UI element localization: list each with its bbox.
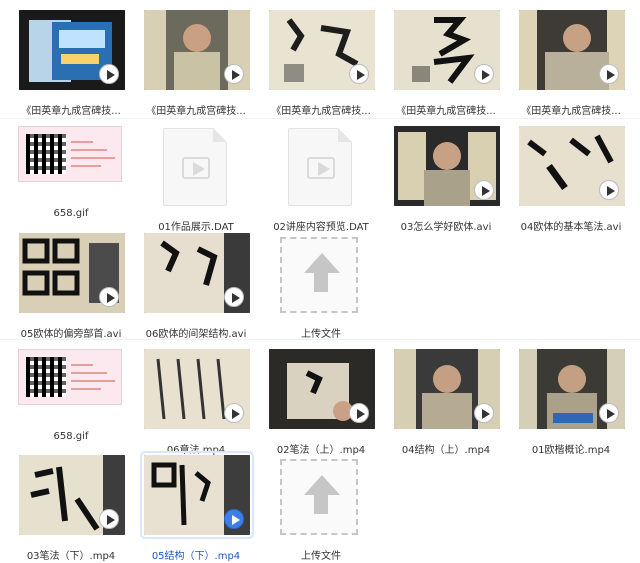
qr-code-image [26,134,66,174]
play-icon [599,180,619,200]
video-thumbnail[interactable] [144,10,250,90]
video-thumbnail[interactable] [19,455,125,535]
video-thumbnail[interactable] [19,10,125,90]
file-name: 01作品展示.DAT [158,222,234,233]
video-thumbnail[interactable] [394,126,500,206]
upload-thumbnail[interactable] [269,233,375,313]
video-thumbnail[interactable] [519,126,625,206]
file-name: 05欧体的偏旁部首.avi [20,329,122,340]
qr-code-image [26,357,66,397]
file-thumbnail[interactable] [269,126,375,206]
video-file-icon [288,128,352,206]
play-icon [224,509,244,529]
play-icon [474,403,494,423]
video-file-icon [163,128,227,206]
play-icon [99,509,119,529]
video-thumbnail[interactable] [394,349,500,429]
video-thumbnail[interactable] [519,10,625,90]
file-name: 658.gif [53,208,89,219]
play-icon [224,64,244,84]
file-name: 06章法.mp4 [166,445,226,456]
play-icon [349,64,369,84]
file-name: 06欧体的间架结构.avi [145,329,247,340]
file-thumbnail[interactable] [144,126,250,206]
file-name: 02笔法（上）.mp4 [276,445,366,456]
file-name: 04结构（上）.mp4 [401,445,491,456]
file-grid: 《田英章九成宫碑技... 《田英章九成宫碑技... 《田英章九成宫碑技... 《… [0,0,640,563]
video-thumbnail[interactable] [269,349,375,429]
section-divider [0,339,640,340]
section-divider [0,118,640,119]
upload-label: 上传文件 [301,329,341,340]
gif-text-graphic [71,139,119,171]
gif-text-graphic [71,362,119,394]
video-thumbnail[interactable] [394,10,500,90]
upload-icon [280,237,358,313]
file-name: 04欧体的基本笔法.avi [520,222,622,233]
gif-thumbnail[interactable] [18,126,122,182]
video-thumbnail[interactable] [144,349,250,429]
play-icon [99,64,119,84]
video-thumbnail[interactable] [19,233,125,313]
gif-thumbnail[interactable] [18,349,122,405]
play-icon [599,64,619,84]
file-name: 《田英章九成宫碑技... [146,106,246,117]
file-name: 《田英章九成宫碑技... [21,106,121,117]
upload-label: 上传文件 [301,551,341,562]
file-name: 《田英章九成宫碑技... [271,106,371,117]
file-name: 05结构（下）.mp4 [151,551,241,562]
file-name: 03笔法（下）.mp4 [26,551,116,562]
play-icon [474,180,494,200]
file-name: 《田英章九成宫碑技... [521,106,621,117]
upload-icon [280,459,358,535]
file-name: 01欧楷概论.mp4 [531,445,611,456]
file-name: 658.gif [53,431,89,442]
play-icon [599,403,619,423]
play-icon [349,403,369,423]
play-icon [474,64,494,84]
file-name: 《田英章九成宫碑技... [396,106,496,117]
play-icon [99,287,119,307]
play-icon [224,287,244,307]
video-thumbnail[interactable] [269,10,375,90]
play-icon [224,403,244,423]
upload-thumbnail[interactable] [269,455,375,535]
file-name: 03怎么学好欧体.avi [400,222,492,233]
video-thumbnail[interactable] [140,451,254,539]
file-name: 02讲座内容预览.DAT [273,222,369,233]
video-thumbnail[interactable] [519,349,625,429]
video-thumbnail[interactable] [144,233,250,313]
